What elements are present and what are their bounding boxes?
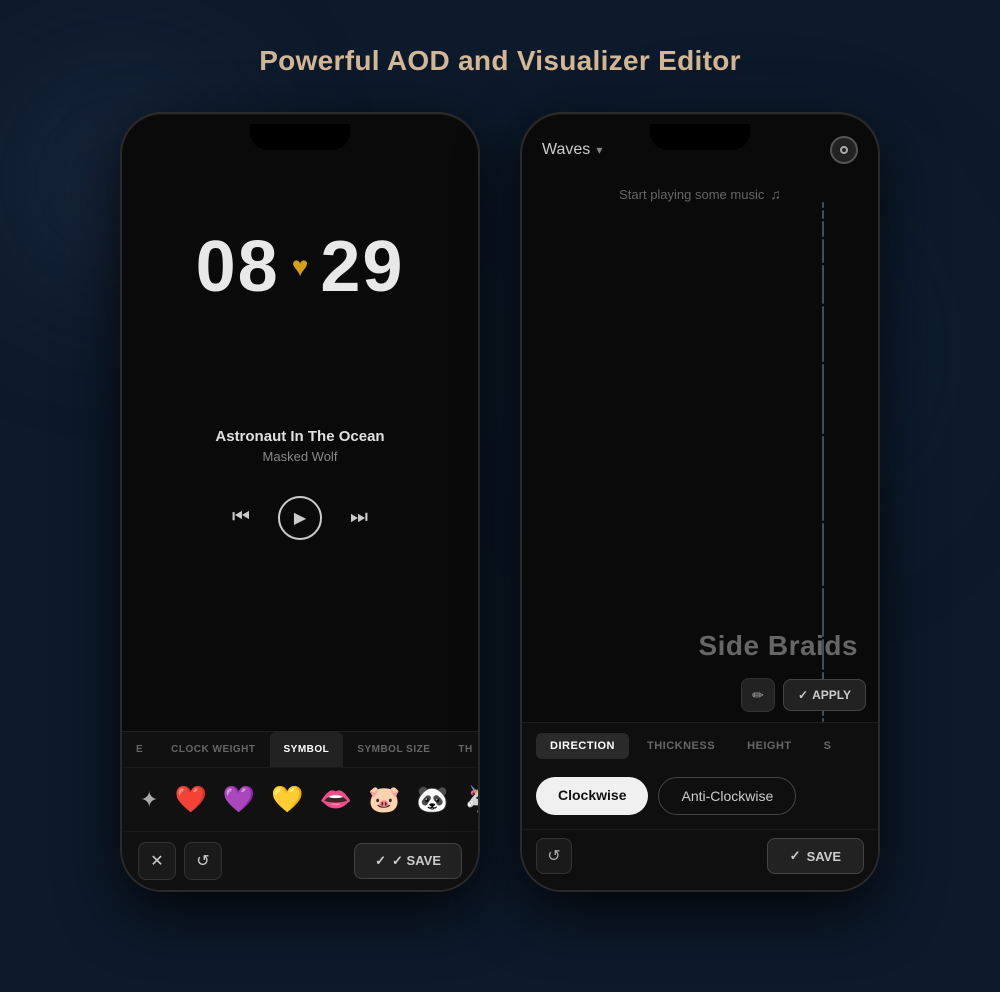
tab-s[interactable]: S bbox=[810, 733, 846, 759]
clock-hours: 08 bbox=[196, 226, 280, 308]
save-button[interactable]: ✓ ✓ SAVE bbox=[354, 843, 462, 879]
right-bottom-panel: DIRECTION THICKNESS HEIGHT S Clockwise A… bbox=[522, 722, 878, 890]
apply-label: APPLY bbox=[812, 688, 851, 702]
symbol-purple-heart[interactable]: 💜 bbox=[223, 784, 255, 815]
symbol-red-heart[interactable]: ❤️ bbox=[174, 784, 206, 815]
symbols-row: ✦ ❤️ 💜 💛 👄 🐷 🐼 🦄 bbox=[122, 768, 478, 831]
wave-line bbox=[822, 718, 824, 722]
right-phone: Waves ▾ Start playing some music ♫ bbox=[520, 112, 880, 892]
tab-thickness[interactable]: THICKNESS bbox=[633, 733, 729, 759]
wave-line bbox=[822, 364, 824, 434]
clockwise-button[interactable]: Clockwise bbox=[536, 777, 648, 815]
settings-button[interactable] bbox=[830, 136, 858, 164]
apply-checkmark: ✓ bbox=[798, 688, 808, 702]
apply-button[interactable]: ✓ APPLY bbox=[783, 679, 866, 711]
tab-direction[interactable]: DIRECTION bbox=[536, 733, 629, 759]
save-checkmark: ✓ bbox=[375, 853, 386, 869]
right-save-button[interactable]: ✓ SAVE bbox=[767, 838, 864, 874]
wave-line bbox=[822, 202, 824, 208]
tab-symbol-size[interactable]: SYMBOL SIZE bbox=[343, 732, 444, 767]
close-button[interactable]: ✕ bbox=[138, 842, 176, 880]
tab-th[interactable]: TH bbox=[444, 732, 478, 767]
right-bottom-actions: ↺ ✓ SAVE bbox=[522, 829, 878, 890]
wave-line bbox=[822, 265, 824, 304]
left-phone-notch bbox=[250, 124, 350, 150]
settings-dot-icon bbox=[840, 146, 848, 154]
phones-container: 08 ♥ 29 Astronaut In The Ocean Masked Wo… bbox=[0, 112, 1000, 892]
symbol-diamond[interactable]: ✦ bbox=[140, 787, 158, 813]
wave-line bbox=[822, 210, 824, 220]
music-controls: ⏮ ▶ ⏭ bbox=[232, 496, 368, 540]
wave-line bbox=[822, 239, 824, 264]
symbol-unicorn[interactable]: 🦄 bbox=[465, 784, 480, 815]
visualizer-title: Side Braids bbox=[698, 630, 858, 662]
waves-dropdown[interactable]: Waves ▾ bbox=[542, 141, 602, 159]
clock-display: 08 ♥ 29 bbox=[196, 226, 405, 308]
anti-clockwise-button[interactable]: Anti-Clockwise bbox=[658, 777, 796, 815]
symbol-panda[interactable]: 🐼 bbox=[416, 784, 448, 815]
music-prompt-text: Start playing some music bbox=[619, 187, 764, 202]
edit-button[interactable]: ✏ bbox=[741, 678, 775, 712]
next-button[interactable]: ⏭ bbox=[350, 506, 368, 529]
left-bottom-panel: E CLOCK WEIGHT SYMBOL SYMBOL SIZE TH ✦ ❤… bbox=[122, 731, 478, 890]
clock-area: 08 ♥ 29 Astronaut In The Ocean Masked Wo… bbox=[122, 114, 478, 731]
left-bottom-actions: ✕ ↺ ✓ ✓ SAVE bbox=[122, 831, 478, 890]
page-title: Powerful AOD and Visualizer Editor bbox=[0, 0, 1000, 112]
direction-tabs-row: DIRECTION THICKNESS HEIGHT S bbox=[522, 723, 878, 767]
tab-height[interactable]: HEIGHT bbox=[733, 733, 806, 759]
tab-clock-weight[interactable]: CLOCK WEIGHT bbox=[157, 732, 269, 767]
direction-buttons: Clockwise Anti-Clockwise bbox=[522, 767, 878, 829]
clock-heart-symbol: ♥ bbox=[292, 251, 309, 283]
symbol-lips[interactable]: 👄 bbox=[320, 784, 352, 815]
tab-e[interactable]: E bbox=[122, 732, 157, 767]
clock-minutes: 29 bbox=[320, 226, 404, 308]
apply-row: ✏ ✓ APPLY bbox=[741, 678, 866, 712]
symbol-pig[interactable]: 🐷 bbox=[368, 784, 400, 815]
wave-line bbox=[822, 221, 824, 236]
prev-button[interactable]: ⏮ bbox=[232, 506, 250, 529]
editor-tabs-row: E CLOCK WEIGHT SYMBOL SYMBOL SIZE TH bbox=[122, 732, 478, 768]
music-info: Astronaut In The Ocean Masked Wolf bbox=[215, 428, 384, 464]
save-label: ✓ SAVE bbox=[392, 853, 441, 869]
right-save-checkmark: ✓ bbox=[790, 848, 801, 864]
reset-button[interactable]: ↺ bbox=[184, 842, 222, 880]
wave-line bbox=[822, 523, 824, 586]
wave-line bbox=[822, 436, 824, 520]
music-prompt: Start playing some music ♫ bbox=[522, 178, 878, 202]
symbol-yellow-heart[interactable]: 💛 bbox=[271, 784, 303, 815]
waves-label: Waves bbox=[542, 141, 590, 159]
right-phone-notch bbox=[650, 124, 750, 150]
wave-line bbox=[822, 306, 824, 362]
right-reset-button[interactable]: ↺ bbox=[536, 838, 572, 874]
music-note-icon: ♫ bbox=[770, 186, 781, 202]
left-phone: 08 ♥ 29 Astronaut In The Ocean Masked Wo… bbox=[120, 112, 480, 892]
play-button[interactable]: ▶ bbox=[278, 496, 322, 540]
right-save-label: SAVE bbox=[807, 849, 841, 864]
artist-name: Masked Wolf bbox=[215, 449, 384, 464]
tab-symbol[interactable]: SYMBOL bbox=[270, 732, 344, 767]
visualizer-area: Side Braids ✏ ✓ APPLY bbox=[522, 202, 878, 722]
chevron-down-icon: ▾ bbox=[596, 143, 602, 157]
track-name: Astronaut In The Ocean bbox=[215, 428, 384, 445]
